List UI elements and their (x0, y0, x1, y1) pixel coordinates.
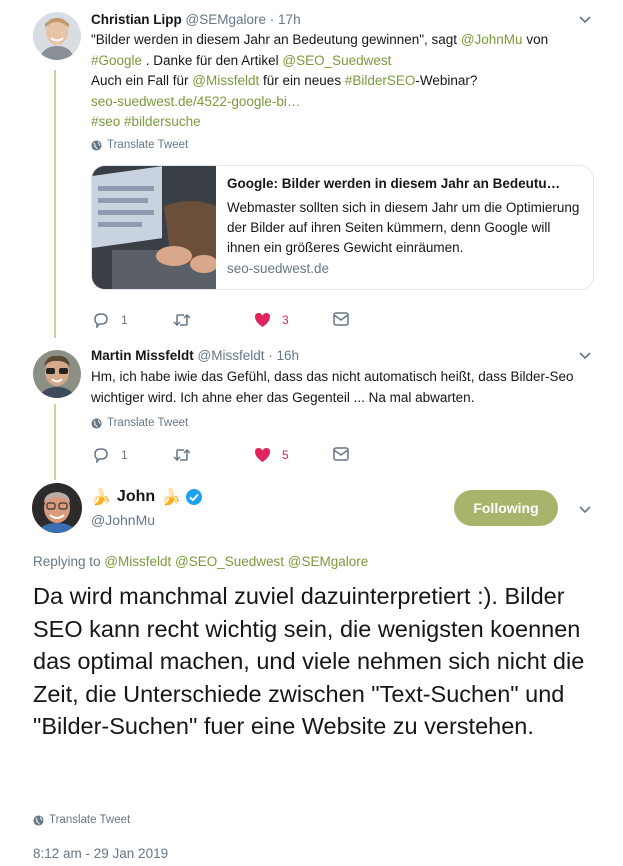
url-link[interactable]: seo-suedwest.de/4522-google-bi… (91, 94, 300, 109)
card-description: Webmaster sollten sich in diesem Jahr um… (227, 200, 580, 255)
hashtag-link[interactable]: #BilderSEO (345, 73, 416, 88)
author-name[interactable]: John (117, 488, 155, 506)
author-handle[interactable]: @SEMgalore (186, 12, 267, 27)
banana-emoji: 🍌 (91, 489, 111, 506)
author-handle[interactable]: @Missfeldt (198, 348, 265, 363)
mail-icon (333, 312, 349, 326)
globe-icon (33, 814, 44, 826)
globe-icon (91, 139, 102, 151)
author-handle[interactable]: @JohnMu (91, 512, 155, 528)
avatar-johnmu[interactable] (32, 483, 82, 533)
like-count: 5 (282, 448, 289, 462)
reply-count: 1 (121, 448, 128, 462)
card-domain: seo-suedwest.de (227, 261, 330, 276)
tweet-timestamp[interactable]: 8:12 am - 29 Jan 2019 (33, 846, 168, 861)
mention-link[interactable]: @SEO_Suedwest (282, 53, 391, 68)
retweet-icon (173, 448, 191, 462)
reply-icon (94, 313, 108, 328)
card-thumbnail (92, 166, 216, 289)
hashtag-link[interactable]: #bildersuche (124, 114, 201, 129)
avatar-christian-lipp[interactable] (33, 12, 81, 60)
reply-button[interactable]: 1 (93, 447, 128, 463)
translate-tweet-link[interactable]: Translate Tweet (91, 139, 188, 151)
chevron-down-icon[interactable] (579, 506, 591, 514)
retweet-icon (173, 313, 191, 327)
translate-tweet-link[interactable]: Translate Tweet (33, 814, 130, 826)
tweet-time[interactable]: 16h (277, 348, 300, 363)
thread-line-1 (54, 70, 56, 338)
retweet-button[interactable] (173, 447, 191, 463)
direct-message-button[interactable] (333, 447, 349, 461)
card-title[interactable]: Google: Bilder werden in diesem Jahr an … (227, 176, 582, 191)
link-preview-card[interactable]: Google: Bilder werden in diesem Jahr an … (91, 165, 594, 290)
direct-message-button[interactable] (333, 312, 349, 326)
globe-icon (91, 417, 102, 429)
hashtag-link[interactable]: #Google (91, 53, 142, 68)
thread-line-2 (54, 404, 56, 480)
banana-emoji: 🍌 (161, 489, 182, 506)
following-button[interactable]: Following (454, 490, 558, 526)
author-name[interactable]: Christian Lipp (91, 12, 182, 27)
like-button[interactable]: 3 (254, 312, 289, 328)
tweet-text: Hm, ich habe iwie das Gefühl, dass das n… (91, 369, 574, 405)
reply-count: 1 (121, 313, 128, 327)
chevron-down-icon[interactable] (579, 352, 591, 360)
like-count: 3 (282, 313, 289, 327)
avatar-martin-missfeldt[interactable] (33, 350, 81, 398)
author-name[interactable]: Martin Missfeldt (91, 348, 194, 363)
like-button[interactable]: 5 (254, 447, 289, 463)
replying-to-handles[interactable]: @Missfeldt @SEO_Suedwest @SEMgalore (104, 554, 368, 569)
tweet-text: "Bilder werden in diesem Jahr an Bedeutu… (91, 32, 549, 129)
tweet-time[interactable]: 17h (278, 12, 301, 27)
hashtag-link[interactable]: #seo (91, 114, 120, 129)
heart-icon (255, 313, 270, 327)
translate-tweet-link[interactable]: Translate Tweet (91, 417, 188, 429)
retweet-button[interactable] (173, 312, 191, 328)
mention-link[interactable]: @Missfeldt (192, 73, 259, 88)
verified-icon (186, 489, 203, 505)
replying-to: Replying to @Missfeldt @SEO_Suedwest @SE… (33, 554, 369, 569)
reply-icon (94, 448, 108, 463)
mail-icon (333, 447, 349, 461)
heart-icon (255, 448, 270, 462)
mention-link[interactable]: @JohnMu (461, 32, 523, 47)
reply-button[interactable]: 1 (93, 312, 128, 328)
main-tweet-text: Da wird manchmal zuviel dazuinterpretier… (33, 583, 585, 739)
chevron-down-icon[interactable] (579, 16, 591, 24)
